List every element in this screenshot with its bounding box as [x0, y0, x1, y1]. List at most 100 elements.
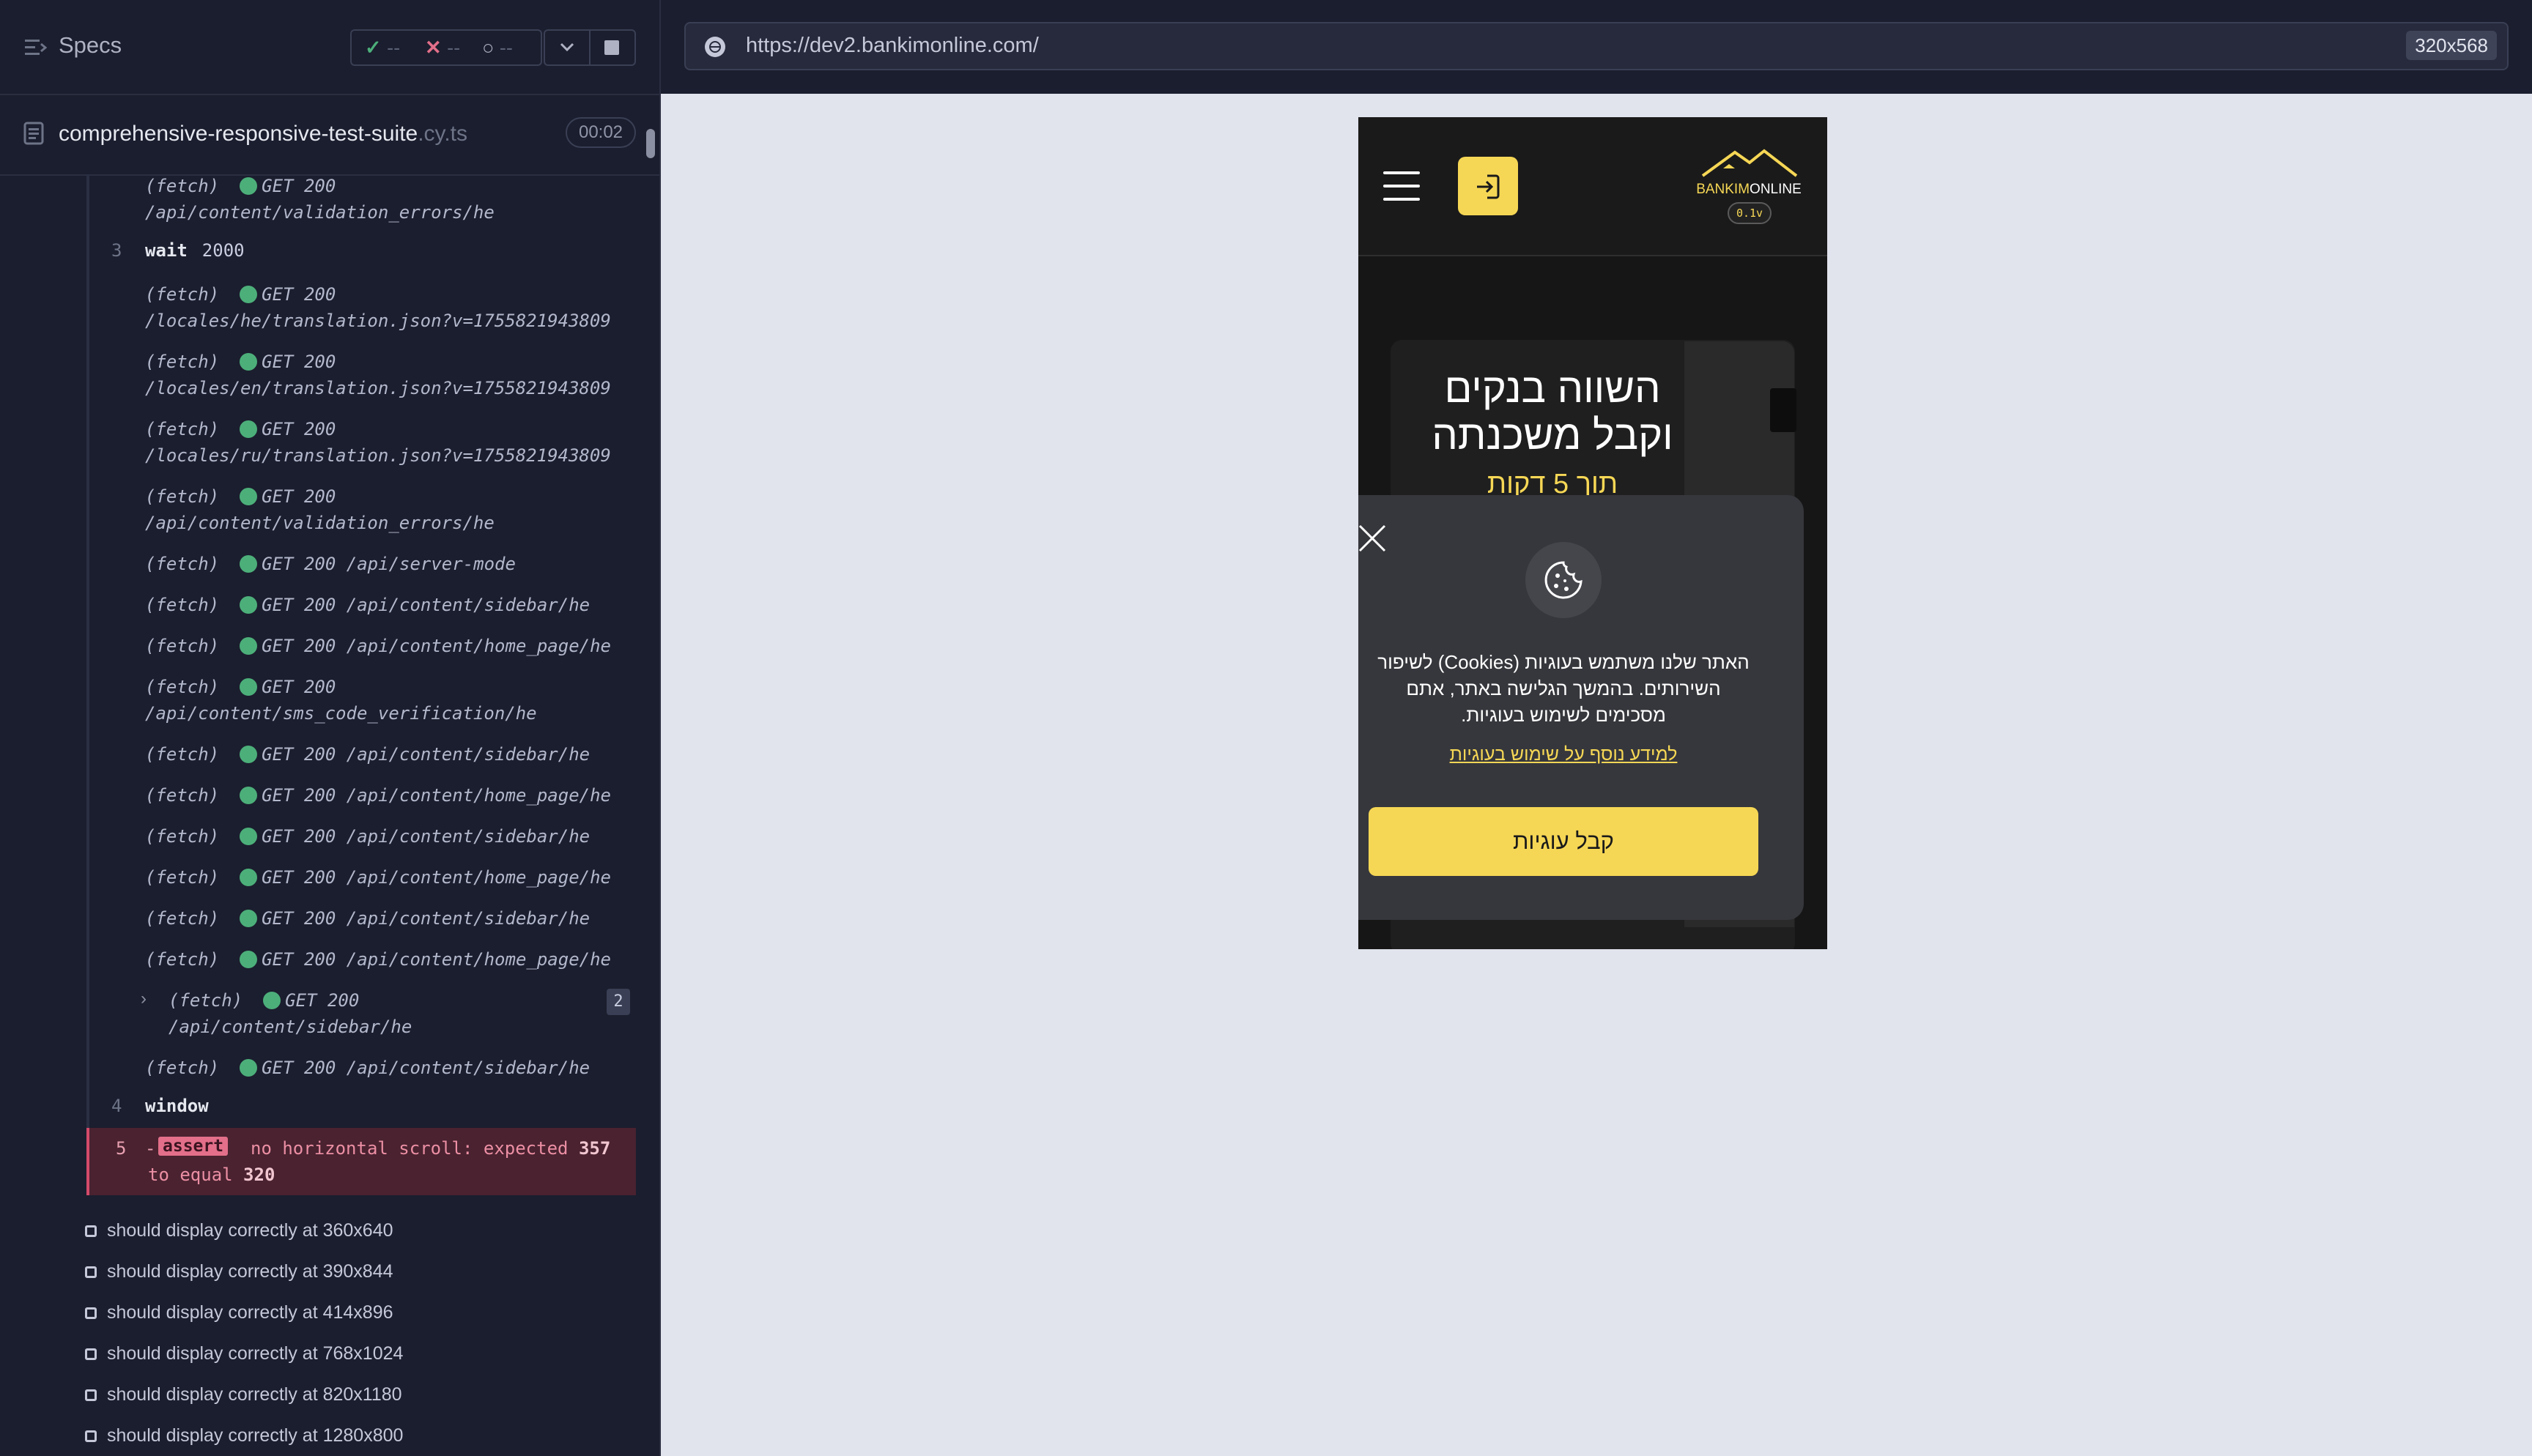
repeat-count-badge: 2 — [607, 989, 630, 1015]
test-item[interactable]: should display correctly at 1280x800 — [85, 1425, 403, 1446]
cookie-icon-wrap — [1525, 542, 1602, 618]
status-dot-icon — [240, 746, 258, 763]
cookie-policy-link[interactable]: למידע נוסף על שימוש בעוגיות — [1373, 744, 1754, 765]
app-header: BANKIMONLINE 0.1v — [1358, 117, 1827, 256]
assert-badge: assert — [158, 1137, 229, 1156]
command-log-item[interactable]: 4 window — [111, 1096, 209, 1116]
test-item[interactable]: should display correctly at 820x1180 — [85, 1384, 402, 1405]
command-url: /locales/he/translation.json?v=175582194… — [145, 311, 611, 331]
command-url: /api/content/sidebar/he — [169, 1017, 412, 1037]
command-log-item[interactable]: (fetch) GET 200 /api/server-mode — [145, 554, 516, 574]
test-status-icon — [85, 1430, 97, 1442]
spec-file-name: comprehensive-responsive-test-suite.cy.t… — [59, 122, 467, 146]
test-status-icon — [85, 1225, 97, 1237]
viewport-size-badge[interactable]: 320x568 — [2406, 31, 2497, 60]
test-stats: ✓ -- ✕ -- ○ -- — [350, 29, 542, 66]
status-dot-icon — [240, 420, 258, 438]
command-log-item[interactable]: (fetch) GET 200 /api/content/home_page/he — [145, 636, 611, 656]
command-url: /locales/ru/translation.json?v=175582194… — [145, 445, 611, 466]
command-log-item[interactable]: 3 wait 2000 — [111, 240, 245, 261]
panel-divider[interactable] — [659, 0, 661, 1456]
app-viewport: BANKIMONLINE 0.1v השווה בנקים וקבל משכנת… — [1358, 117, 1827, 949]
stop-icon[interactable] — [604, 40, 620, 59]
status-dot-icon — [240, 286, 258, 303]
failed-stat: ✕ -- — [425, 37, 461, 59]
status-dot-icon — [240, 787, 258, 804]
command-log-item[interactable]: (fetch) GET 200 — [145, 352, 336, 372]
chevron-down-icon[interactable] — [558, 40, 576, 58]
spinner-icon: ○ — [482, 37, 495, 59]
command-log-item[interactable]: (fetch) GET 200 — [145, 284, 336, 305]
status-dot-icon — [263, 992, 281, 1009]
command-log-item[interactable]: (fetch) GET 200 /api/content/sidebar/he — [145, 1058, 590, 1078]
command-url: /api/content/validation_errors/he — [145, 202, 495, 223]
assert-message: no horizontal scroll: expected 357 — [251, 1138, 611, 1159]
test-status-icon — [85, 1389, 97, 1401]
test-status-icon — [85, 1348, 97, 1360]
house-roof-icon — [1701, 149, 1798, 177]
globe-icon — [703, 35, 727, 62]
assert-message-cont: to equal 320 — [148, 1165, 275, 1185]
status-dot-icon — [240, 596, 258, 614]
close-icon[interactable] — [1358, 524, 1388, 554]
brand-logo[interactable]: BANKIMONLINE 0.1v — [1694, 146, 1804, 227]
document-icon — [23, 122, 44, 149]
command-log-item[interactable]: (fetch) GET 200 /api/content/home_page/he — [145, 949, 611, 970]
command-log-item[interactable]: (fetch) GET 200 /api/content/sidebar/he — [145, 595, 590, 615]
status-dot-icon — [240, 637, 258, 655]
reporter-panel: Specs ✓ -- ✕ -- ○ -- comprehensive-respo… — [0, 0, 659, 1456]
command-log-item[interactable]: (fetch) GET 200 — [145, 486, 336, 507]
status-dot-icon — [240, 951, 258, 968]
login-button[interactable] — [1458, 157, 1518, 215]
specs-menu-icon[interactable] — [25, 38, 48, 61]
command-log-item[interactable]: (fetch) GET 200 — [145, 176, 336, 196]
accept-cookies-button[interactable]: קבל עוגיות — [1369, 807, 1758, 876]
command-gutter — [86, 174, 89, 1194]
status-dot-icon — [240, 1059, 258, 1077]
status-dot-icon — [240, 828, 258, 845]
command-log-item[interactable]: (fetch) GET 200 /api/content/sidebar/he — [145, 908, 590, 929]
status-dot-icon — [240, 678, 258, 696]
cookie-banner: האתר שלנו משתמש בעוגיות (Cookies) לשיפור… — [1358, 495, 1804, 920]
specs-header: Specs ✓ -- ✕ -- ○ -- — [0, 0, 659, 95]
cookie-icon — [1544, 561, 1582, 599]
spec-file-ext: .cy.ts — [418, 122, 467, 146]
command-url: /locales/en/translation.json?v=175582194… — [145, 378, 611, 398]
status-dot-icon — [240, 177, 258, 195]
spec-duration: 00:02 — [566, 117, 636, 148]
x-icon: ✕ — [425, 37, 442, 59]
command-log-item[interactable]: (fetch) GET 200 /api/content/home_page/he — [145, 785, 611, 806]
command-url: /api/content/sms_code_verification/he — [145, 703, 537, 724]
hamburger-menu-icon[interactable] — [1383, 171, 1420, 201]
command-log-item[interactable]: (fetch) GET 200 /api/content/sidebar/he — [145, 744, 590, 765]
command-url: /api/content/validation_errors/he — [145, 513, 495, 533]
reporter-scrollbar[interactable] — [646, 129, 655, 158]
url-bar[interactable]: https://dev2.bankimonline.com/ 320x568 — [684, 22, 2509, 70]
status-dot-icon — [240, 869, 258, 886]
url-text: https://dev2.bankimonline.com/ — [746, 34, 1039, 57]
command-log-item[interactable]: (fetch) GET 200 /api/content/sidebar/he — [145, 826, 590, 847]
test-item[interactable]: should display correctly at 360x640 — [85, 1220, 393, 1241]
status-dot-icon — [240, 488, 258, 505]
command-log-item[interactable]: (fetch) GET 200 /api/content/home_page/he — [145, 867, 611, 888]
hero-decoration — [1770, 388, 1796, 432]
check-icon: ✓ — [365, 37, 382, 59]
test-item[interactable]: should display correctly at 768x1024 — [85, 1343, 403, 1364]
status-dot-icon — [240, 555, 258, 573]
test-item[interactable]: should display correctly at 390x844 — [85, 1261, 393, 1282]
specs-title[interactable]: Specs — [59, 32, 122, 59]
pending-stat: ○ -- — [482, 37, 513, 59]
cookie-message: האתר שלנו משתמש בעוגיות (Cookies) לשיפור… — [1377, 651, 1750, 726]
status-dot-icon — [240, 910, 258, 927]
command-log-item[interactable]: (fetch) GET 200 — [145, 419, 336, 439]
command-log-group[interactable]: (fetch) GET 200 — [169, 990, 359, 1011]
logo-wordmark: BANKIMONLINE — [1696, 182, 1802, 197]
chevron-right-icon[interactable]: › — [141, 989, 147, 1009]
test-status-icon — [85, 1307, 97, 1319]
command-log-item[interactable]: (fetch) GET 200 — [145, 677, 336, 697]
run-controls — [544, 29, 636, 66]
hero-title: השווה בנקים וקבל משכנתה — [1432, 365, 1673, 458]
test-item[interactable]: should display correctly at 414x896 — [85, 1302, 393, 1323]
version-badge: 0.1v — [1728, 202, 1772, 224]
failed-assertion[interactable]: 5 - assert no horizontal scroll: expecte… — [86, 1128, 636, 1195]
